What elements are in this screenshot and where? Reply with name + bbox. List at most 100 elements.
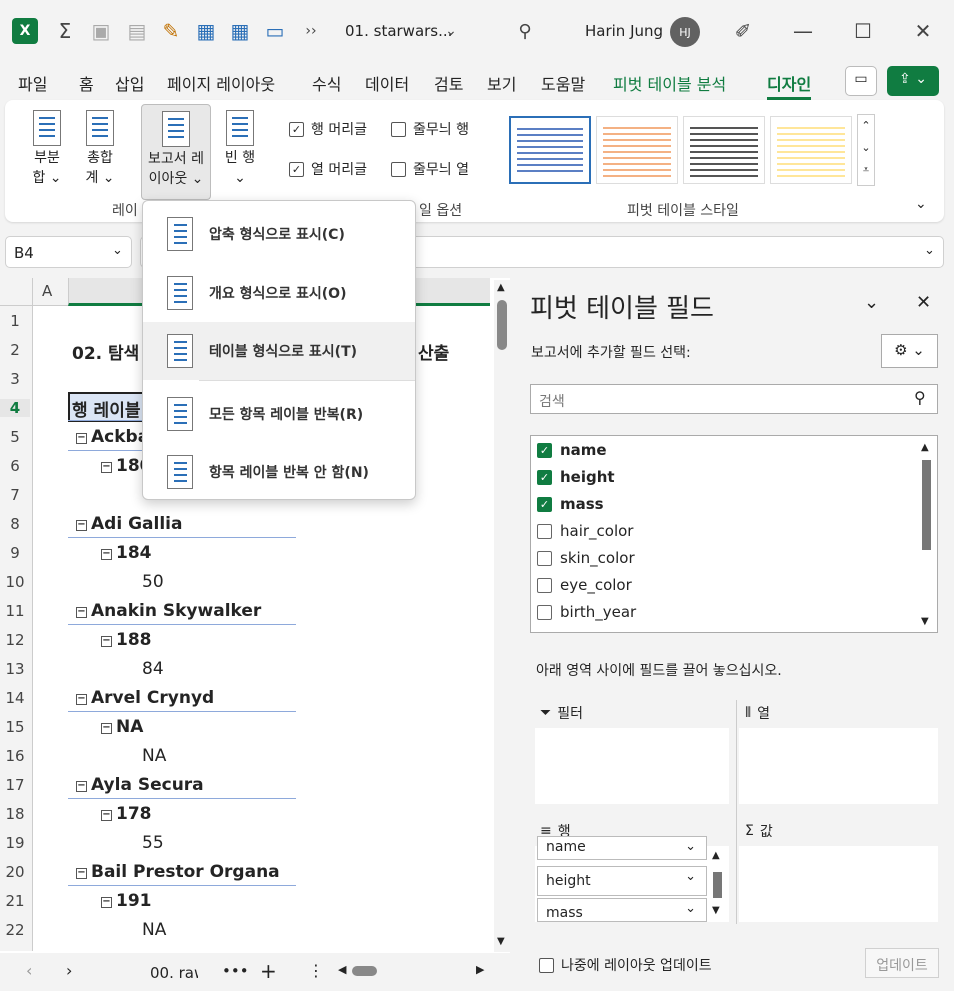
more-sheets-icon[interactable]: •••	[222, 962, 249, 980]
filter-area[interactable]	[535, 728, 729, 804]
field-list-scrollbar[interactable]: ▲ ▼	[919, 438, 935, 632]
search-icon[interactable]: ⚲	[512, 18, 538, 44]
column-headers-checkbox[interactable]: ✓ 열 머리글	[289, 159, 367, 179]
scroll-thumb[interactable]	[713, 872, 722, 898]
style-swatch-yellow[interactable]	[770, 116, 852, 184]
blank-rows-button[interactable]: 빈 행 ⌄	[218, 104, 262, 188]
scroll-down-icon[interactable]: ▼	[921, 616, 929, 627]
sheet-menu-icon[interactable]: ⋮	[308, 961, 324, 980]
update-button[interactable]: 업데이트	[865, 948, 939, 978]
field-item[interactable]: ✓ name	[537, 441, 607, 459]
field-checkbox[interactable]: ✓	[537, 442, 552, 458]
scroll-down-icon[interactable]: ▼	[712, 905, 720, 916]
row-number[interactable]: 3	[0, 370, 30, 388]
banded-rows-checkbox[interactable]: 줄무늬 행	[391, 119, 469, 139]
tab-page-layout[interactable]: 페이지 레이아웃	[167, 71, 275, 95]
table-icon[interactable]: ▦	[227, 18, 253, 44]
field-checkbox[interactable]	[537, 604, 552, 620]
row-number[interactable]: 7	[0, 486, 30, 504]
chevron-down-icon[interactable]: ⌄	[864, 292, 879, 313]
gear-icon[interactable]: ⚙ ⌄	[881, 334, 938, 368]
scroll-up-icon[interactable]: ▲	[497, 282, 505, 293]
pivot-item-height[interactable]: −184	[101, 543, 152, 563]
row-number[interactable]: 6	[0, 457, 30, 475]
field-item[interactable]: ✓ mass	[537, 495, 604, 513]
row-field-mass[interactable]: mass	[537, 898, 707, 922]
document-title[interactable]: 01. starwars...	[345, 22, 452, 40]
pivot-item-name[interactable]: − Ackba	[76, 427, 149, 447]
gallery-scroll[interactable]: ⌃ ⌄ ⩡	[857, 114, 875, 186]
pivot-item-mass[interactable]: 84	[142, 659, 164, 679]
number-format-icon[interactable]: ▤	[124, 18, 150, 44]
pivot-item-height[interactable]: − NA	[101, 717, 143, 737]
field-checkbox[interactable]	[537, 577, 552, 593]
row-number[interactable]: 1	[0, 312, 30, 330]
row-number[interactable]: 2	[0, 341, 30, 359]
freeze-icon[interactable]: ▭	[262, 18, 288, 44]
row-number[interactable]: 9	[0, 544, 30, 562]
pivot-item-height[interactable]: −191	[101, 891, 152, 911]
chevron-down-icon[interactable]: ⌄	[112, 243, 123, 258]
row-number[interactable]: 14	[0, 689, 30, 707]
scroll-thumb[interactable]	[497, 300, 507, 350]
field-checkbox[interactable]: ✓	[537, 469, 552, 485]
tab-formulas[interactable]: 수식	[312, 71, 341, 95]
row-number[interactable]: 4	[0, 399, 30, 417]
cell-title[interactable]: 02. 탐색	[72, 339, 139, 364]
field-item[interactable]: skin_color	[537, 549, 635, 567]
scroll-thumb[interactable]	[922, 460, 931, 550]
pivot-item-name[interactable]: − Adi Gallia	[76, 514, 182, 534]
row-number[interactable]: 16	[0, 747, 30, 765]
clipboard-icon[interactable]: ✎	[158, 18, 184, 44]
row-field-height[interactable]: height	[537, 866, 707, 896]
row-number[interactable]: 10	[0, 573, 30, 591]
banded-columns-checkbox[interactable]: 줄무늬 열	[391, 159, 469, 179]
paste-icon[interactable]: ▣	[88, 18, 114, 44]
menu-tabular-form[interactable]: 테이블 형식으로 표시(T)	[143, 322, 415, 380]
add-sheet-icon[interactable]: +	[260, 959, 277, 983]
close-icon[interactable]: ✕	[910, 18, 936, 44]
pen-icon[interactable]: ✐	[730, 18, 756, 44]
scroll-right-icon[interactable]: ▶	[476, 963, 484, 976]
tab-pivot-analyze[interactable]: 피벗 테이블 분석	[613, 71, 726, 95]
tab-help[interactable]: 도움말	[541, 71, 585, 95]
tab-view[interactable]: 보기	[487, 71, 516, 95]
close-icon[interactable]: ✕	[916, 292, 931, 313]
row-number[interactable]: 20	[0, 863, 30, 881]
style-swatch-blue[interactable]	[509, 116, 591, 184]
pivot-item-name[interactable]: − Arvel Crynyd	[76, 688, 214, 708]
pivot-item-name[interactable]: − Anakin Skywalker	[76, 601, 261, 621]
row-number[interactable]: 22	[0, 921, 30, 939]
row-number[interactable]: 21	[0, 892, 30, 910]
field-item[interactable]: eye_color	[537, 576, 632, 594]
columns-area[interactable]	[739, 728, 938, 804]
grand-totals-button[interactable]: 총합 계 ⌄	[80, 104, 120, 188]
rows-area-scrollbar[interactable]: ▲ ▼	[711, 850, 725, 920]
collapse-ribbon-icon[interactable]: ⌄	[915, 196, 927, 212]
search-icon[interactable]: ⚲	[914, 388, 926, 407]
menu-outline-form[interactable]: 개요 형식으로 표시(O)	[143, 264, 415, 322]
select-all-corner[interactable]	[0, 278, 33, 306]
minimize-icon[interactable]: —	[790, 18, 816, 44]
row-number[interactable]: 8	[0, 515, 30, 533]
pivot-item-height[interactable]: −178	[101, 804, 152, 824]
search-input[interactable]: 검색	[530, 384, 938, 414]
prev-sheet-icon[interactable]: ‹	[26, 961, 32, 980]
tab-review[interactable]: 검토	[434, 71, 463, 95]
scroll-left-icon[interactable]: ◀	[338, 963, 346, 976]
chevron-down-icon[interactable]: ⌄	[438, 18, 464, 44]
subtotals-button[interactable]: 부분 합 ⌄	[27, 104, 67, 188]
pivot-item-mass[interactable]: NA	[142, 746, 166, 766]
style-swatch-gray[interactable]	[683, 116, 765, 184]
menu-repeat-labels[interactable]: 모든 항목 레이블 반복(R)	[143, 385, 415, 443]
field-item[interactable]: ✓ height	[537, 468, 615, 486]
pivot-item-mass[interactable]: NA	[142, 920, 166, 940]
row-number[interactable]: 5	[0, 428, 30, 446]
row-number[interactable]: 11	[0, 602, 30, 620]
user-name[interactable]: Harin Jung	[585, 22, 663, 40]
row-field-name[interactable]: name	[537, 836, 707, 860]
field-checkbox[interactable]	[537, 550, 552, 566]
column-a-header[interactable]: A	[42, 282, 52, 300]
pivot-item-name[interactable]: − Bail Prestor Organa	[76, 862, 280, 882]
row-number[interactable]: 15	[0, 718, 30, 736]
